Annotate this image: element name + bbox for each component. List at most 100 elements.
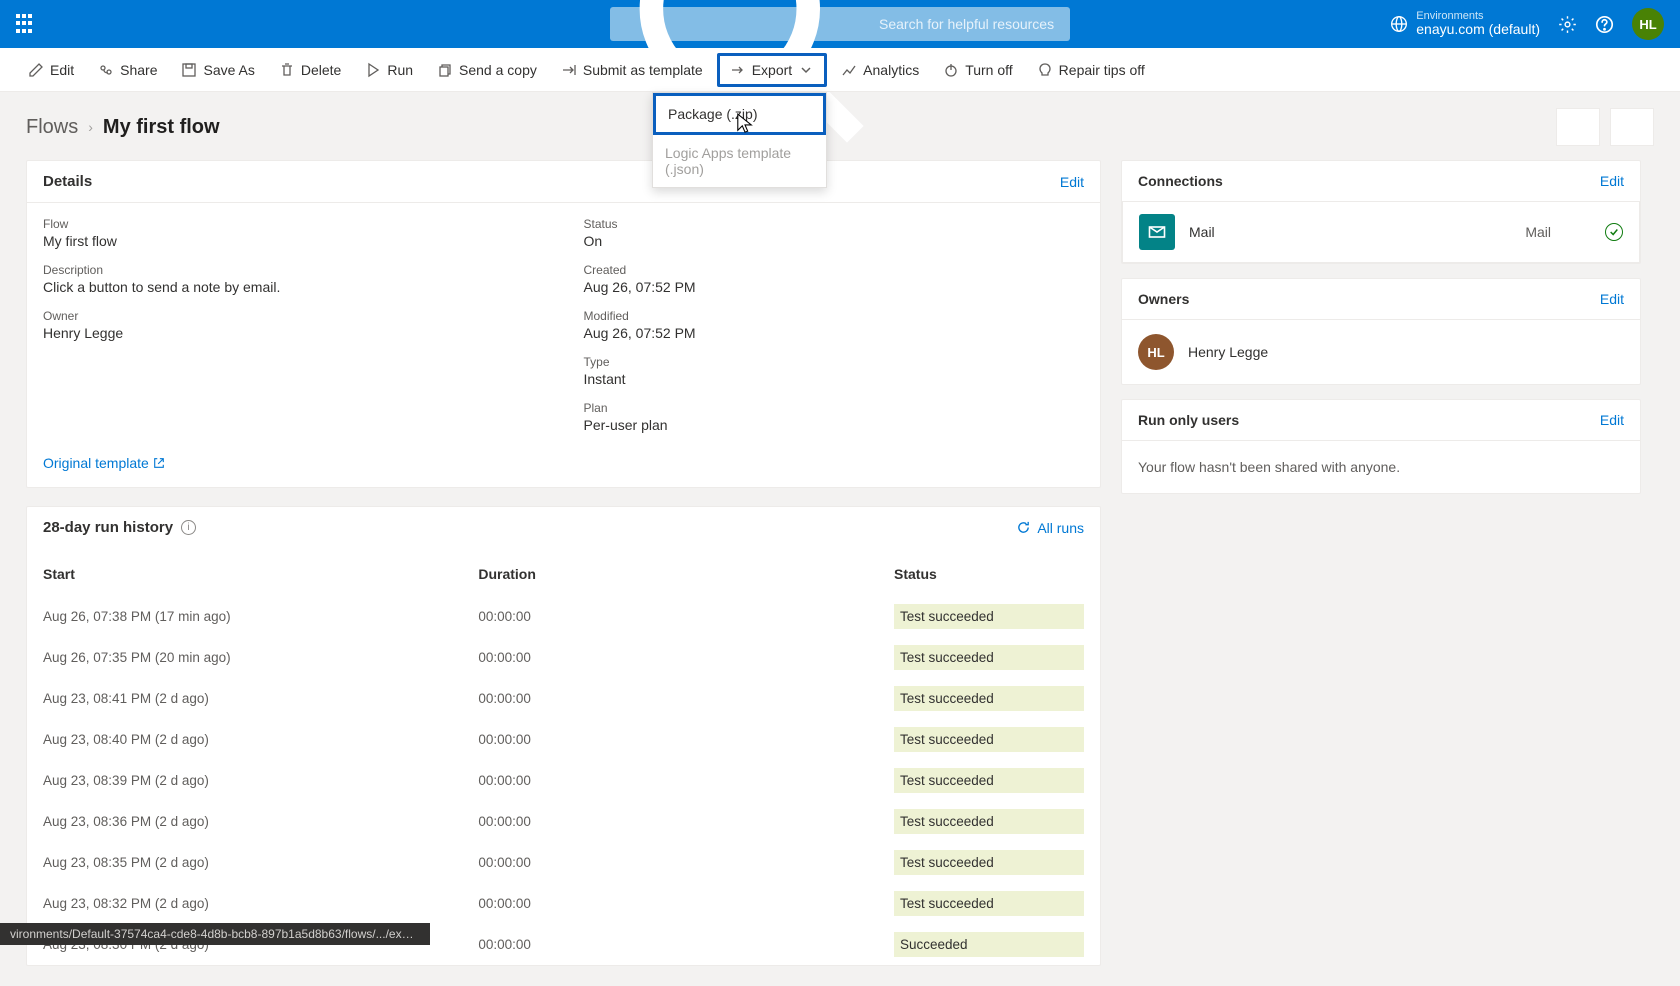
table-row[interactable]: Aug 26, 07:35 PM (20 min ago)00:00:00 Tes… xyxy=(27,637,1100,678)
table-row[interactable]: Aug 23, 08:39 PM (2 d ago)00:00:00Test s… xyxy=(27,760,1100,801)
run-start: Aug 23, 08:40 PM (2 d ago) xyxy=(27,719,462,760)
breadcrumb-root[interactable]: Flows xyxy=(26,116,78,139)
owner-name: Henry Legge xyxy=(1188,344,1268,360)
created-value: Aug 26, 07:52 PM xyxy=(584,279,1085,295)
table-row[interactable]: Aug 23, 08:35 PM (2 d ago)00:00:00Test s… xyxy=(27,842,1100,883)
description-label: Description xyxy=(43,263,544,277)
run-duration: 00:00:00 xyxy=(462,678,878,719)
run-duration: 00:00:00 xyxy=(462,596,878,637)
run-duration: 00:00:00 xyxy=(462,637,878,678)
table-row[interactable]: Aug 26, 07:38 PM (17 min ago)00:00:00 Tes… xyxy=(27,596,1100,637)
details-title: Details xyxy=(43,173,92,190)
environment-picker[interactable]: Environments enayu.com (default) xyxy=(1390,10,1540,37)
repair-tips-button[interactable]: Repair tips off xyxy=(1027,56,1155,84)
cursor-icon xyxy=(736,112,754,136)
modified-label: Modified xyxy=(584,309,1085,323)
environment-name: enayu.com (default) xyxy=(1416,22,1540,37)
run-duration: 00:00:00 xyxy=(462,801,878,842)
table-row[interactable]: Aug 23, 08:36 PM (2 d ago)00:00:00 Test s… xyxy=(27,801,1100,842)
run-history-table: Start Duration Status Aug 26, 07:38 PM (… xyxy=(27,546,1100,965)
run-status: Test succeeded xyxy=(894,891,1084,916)
refresh-icon xyxy=(1016,520,1031,535)
status-bar-url: vironments/Default-37574ca4-cde8-4d8b-bc… xyxy=(0,923,430,945)
owner-label: Owner xyxy=(43,309,544,323)
type-value: Instant xyxy=(584,371,1085,387)
flow-value: My first flow xyxy=(43,233,544,249)
run-history-title: 28-day run history xyxy=(43,519,173,536)
run-duration: 00:00:00 xyxy=(462,883,878,924)
run-start: Aug 23, 08:32 PM (2 d ago) xyxy=(27,883,462,924)
run-start: Aug 23, 08:39 PM (2 d ago) xyxy=(27,760,462,801)
environment-icon xyxy=(1390,15,1408,33)
created-label: Created xyxy=(584,263,1085,277)
connection-item[interactable]: Mail Mail xyxy=(1122,202,1640,263)
table-row[interactable]: Aug 23, 08:32 PM (2 d ago)00:00:00 Test s… xyxy=(27,883,1100,924)
placeholder-tile xyxy=(1610,108,1654,146)
settings-icon[interactable] xyxy=(1558,15,1577,34)
send-copy-button[interactable]: Send a copy xyxy=(427,56,547,84)
turn-off-button[interactable]: Turn off xyxy=(933,56,1022,84)
owners-edit-link[interactable]: Edit xyxy=(1600,291,1624,307)
status-ok-icon xyxy=(1605,223,1623,241)
run-duration: 00:00:00 xyxy=(462,842,878,883)
run-only-empty-text: Your flow hasn't been shared with anyone… xyxy=(1122,441,1640,493)
owner-value: Henry Legge xyxy=(43,325,544,341)
owners-card: Owners Edit HL Henry Legge xyxy=(1121,278,1641,385)
run-duration: 00:00:00 xyxy=(462,760,878,801)
original-template-link[interactable]: Original template xyxy=(43,455,165,471)
plan-label: Plan xyxy=(584,401,1085,415)
edit-button[interactable]: Edit xyxy=(18,56,84,84)
save-as-button[interactable]: Save As xyxy=(171,56,264,84)
chevron-down-icon xyxy=(798,62,814,78)
run-only-users-card: Run only users Edit Your flow hasn't bee… xyxy=(1121,399,1641,494)
submit-template-button[interactable]: Submit as template xyxy=(551,56,713,84)
connection-type: Mail xyxy=(1525,224,1551,240)
app-launcher-icon[interactable] xyxy=(16,14,36,34)
info-icon[interactable]: i xyxy=(181,520,196,535)
all-runs-link[interactable]: All runs xyxy=(1016,520,1084,536)
search-box[interactable] xyxy=(610,7,1070,41)
connection-name: Mail xyxy=(1189,224,1215,240)
run-button[interactable]: Run xyxy=(355,56,423,84)
owner-avatar: HL xyxy=(1138,334,1174,370)
search-input[interactable] xyxy=(879,16,1060,32)
export-button[interactable]: Export xyxy=(717,53,827,87)
run-start: Aug 23, 08:36 PM (2 d ago) xyxy=(27,801,462,842)
user-avatar[interactable]: HL xyxy=(1632,8,1664,40)
details-card: Details Edit Flow My first flow Descripti… xyxy=(26,160,1101,488)
table-row[interactable]: Aug 23, 08:40 PM (2 d ago)00:00:00 Test s… xyxy=(27,719,1100,760)
delete-button[interactable]: Delete xyxy=(269,56,351,84)
run-duration: 00:00:00 xyxy=(462,719,878,760)
run-status: Test succeeded xyxy=(894,686,1084,711)
col-start[interactable]: Start xyxy=(27,546,462,596)
share-button[interactable]: Share xyxy=(88,56,167,84)
col-duration[interactable]: Duration xyxy=(462,546,878,596)
table-row[interactable]: Aug 23, 08:41 PM (2 d ago)00:00:00Test s… xyxy=(27,678,1100,719)
run-status: Test succeeded xyxy=(894,809,1084,834)
command-bar: Edit Share Save As Delete Run Send a cop… xyxy=(0,48,1680,92)
export-dropdown: Package (.zip) Logic Apps template (.jso… xyxy=(652,92,827,188)
run-status: Test succeeded xyxy=(894,604,1084,629)
export-logic-apps-json[interactable]: Logic Apps template (.json) xyxy=(653,135,826,187)
breadcrumb-separator: › xyxy=(88,119,93,135)
connections-edit-link[interactable]: Edit xyxy=(1600,173,1624,189)
mail-icon xyxy=(1139,214,1175,250)
plan-value: Per-user plan xyxy=(584,417,1085,433)
run-only-title: Run only users xyxy=(1138,412,1239,428)
run-start: Aug 26, 07:38 PM (17 min ago) xyxy=(27,596,462,637)
analytics-button[interactable]: Analytics xyxy=(831,56,929,84)
details-edit-link[interactable]: Edit xyxy=(1060,174,1084,190)
run-status: Test succeeded xyxy=(894,727,1084,752)
page-title: My first flow xyxy=(103,116,220,139)
flow-label: Flow xyxy=(43,217,544,231)
connections-card: Connections Edit Mail Mail xyxy=(1121,160,1641,264)
col-status[interactable]: Status xyxy=(878,546,1100,596)
help-icon[interactable] xyxy=(1595,15,1614,34)
owner-item: HL Henry Legge xyxy=(1122,320,1640,384)
run-only-edit-link[interactable]: Edit xyxy=(1600,412,1624,428)
run-status: Test succeeded xyxy=(894,645,1084,670)
owners-title: Owners xyxy=(1138,291,1189,307)
status-value: On xyxy=(584,233,1085,249)
run-start: Aug 26, 07:35 PM (20 min ago) xyxy=(27,637,462,678)
modified-value: Aug 26, 07:52 PM xyxy=(584,325,1085,341)
